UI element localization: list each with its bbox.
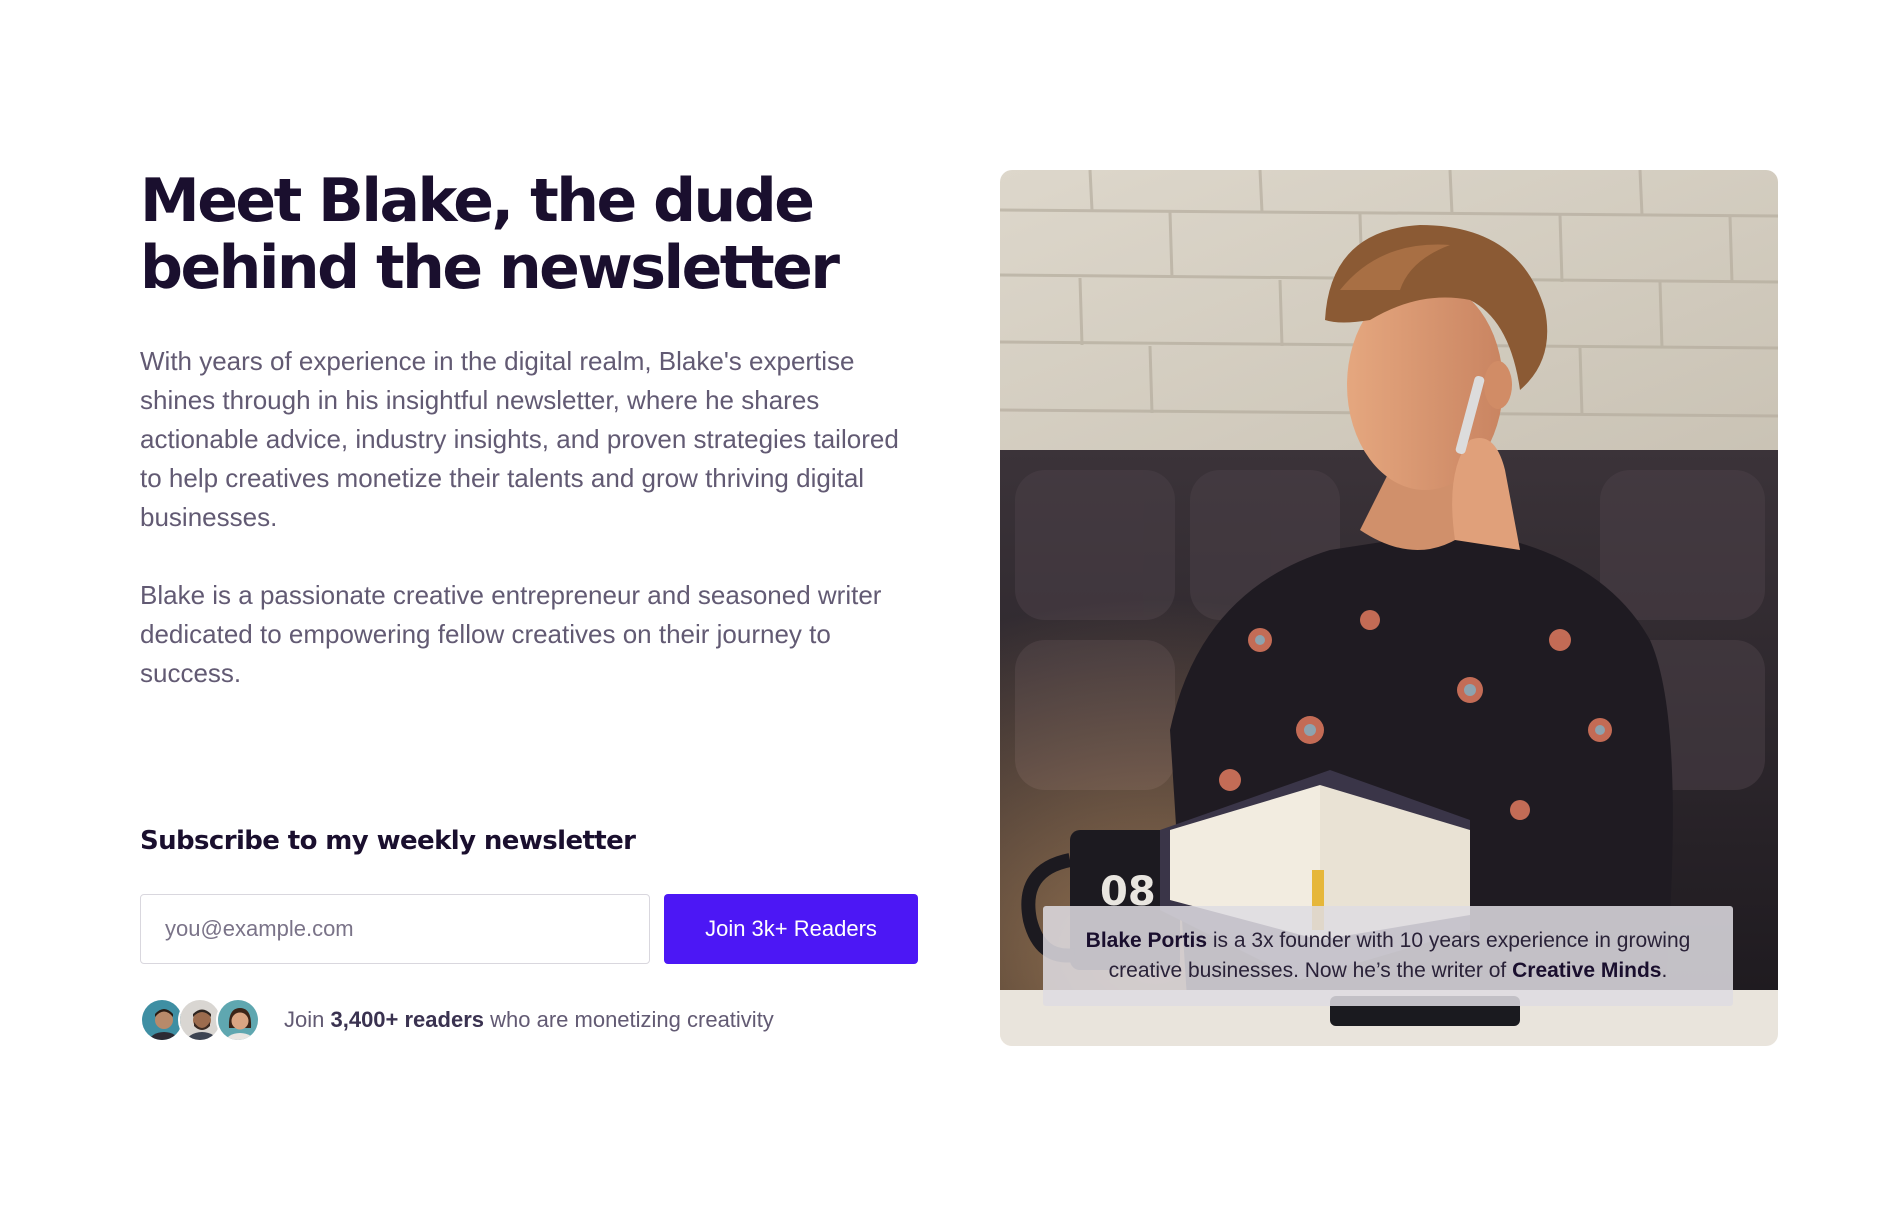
- social-proof: Join 3,400+ readers who are monetizing c…: [140, 998, 774, 1042]
- page-title: Meet Blake, the dude behind the newslett…: [140, 168, 920, 302]
- join-readers-button[interactable]: Join 3k+ Readers: [664, 894, 918, 964]
- author-section: Meet Blake, the dude behind the newslett…: [0, 0, 1902, 1206]
- bio-paragraph-1: With years of experience in the digital …: [140, 346, 899, 532]
- caption-name: Blake Portis: [1085, 929, 1208, 952]
- reader-count: 3,400+ readers: [330, 1007, 485, 1032]
- bio-paragraph-2: Blake is a passionate creative entrepren…: [140, 580, 882, 688]
- caption-publication: Creative Minds: [1512, 959, 1662, 982]
- proof-suffix: who are monetizing creativity: [484, 1007, 774, 1032]
- caption-end: .: [1661, 959, 1668, 982]
- avatar: [216, 998, 260, 1042]
- headline-line-2: behind the newsletter: [140, 233, 840, 303]
- proof-prefix: Join: [284, 1007, 331, 1032]
- subscribe-form: Join 3k+ Readers: [140, 894, 918, 964]
- author-photo-card: 08 Blake Portis is a 3x founder with 10 …: [1000, 170, 1778, 1046]
- headline-line-1: Meet Blake, the dude: [140, 166, 815, 236]
- subscribe-heading: Subscribe to my weekly newsletter: [140, 826, 636, 856]
- social-proof-text: Join 3,400+ readers who are monetizing c…: [284, 1007, 774, 1033]
- reader-avatars: [140, 998, 260, 1042]
- photo-caption: Blake Portis is a 3x founder with 10 yea…: [1043, 906, 1733, 1006]
- author-bio: With years of experience in the digital …: [140, 342, 920, 693]
- email-field[interactable]: [140, 894, 650, 964]
- author-intro: Meet Blake, the dude behind the newslett…: [140, 168, 920, 693]
- caption-text: Blake Portis is a 3x founder with 10 yea…: [1073, 926, 1703, 986]
